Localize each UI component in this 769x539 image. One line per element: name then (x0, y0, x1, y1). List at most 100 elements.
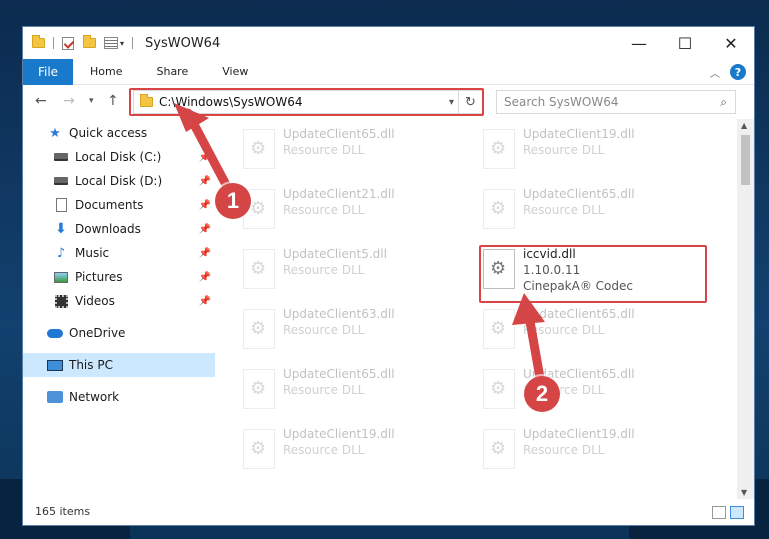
large-icons-view-button[interactable] (730, 506, 744, 519)
expand-ribbon-icon[interactable]: ︿ (710, 65, 720, 80)
divider (132, 37, 134, 49)
cloud-icon (47, 325, 63, 341)
minimize-button[interactable]: — (616, 27, 662, 59)
sidebar-item-label: Local Disk (C:) (75, 150, 162, 164)
file-list: UpdateClient65.dll Resource DLL UpdateCli… (215, 119, 735, 499)
file-name: UpdateClient63.dll (283, 307, 395, 321)
star-icon: ★ (49, 125, 61, 141)
pin-icon[interactable]: 📌 (199, 296, 211, 307)
list-item[interactable]: UpdateClient63.dll Resource DLL (237, 303, 467, 355)
pin-icon[interactable]: 📌 (199, 248, 211, 259)
details-view-button[interactable] (712, 506, 726, 519)
new-folder-icon[interactable] (82, 35, 96, 50)
file-name: UpdateClient19.dll (523, 127, 635, 141)
vertical-scrollbar[interactable]: ▲ ▼ (737, 119, 754, 499)
file-description: Resource DLL (283, 323, 365, 337)
quick-access-dropdown-icon[interactable]: ▾ (120, 39, 124, 48)
tab-file[interactable]: File (23, 58, 73, 85)
pin-icon[interactable]: 📌 (199, 152, 211, 163)
sidebar-item-network[interactable]: Network (23, 385, 215, 409)
dll-file-icon (483, 189, 515, 229)
file-description: Resource DLL (523, 443, 605, 457)
step-badge-1: 1 (215, 183, 251, 219)
pin-icon[interactable]: 📌 (199, 200, 211, 211)
title-bar: ▾ SysWOW64 — ☐ ✕ (23, 27, 754, 59)
tab-share[interactable]: Share (139, 65, 205, 78)
sidebar-item-label: Documents (75, 198, 144, 212)
back-arrow-icon[interactable]: ← (35, 93, 47, 109)
search-box[interactable]: Search SysWOW64 ⌕ (496, 90, 736, 114)
list-item[interactable]: UpdateClient65.dll Resource DLL (237, 363, 467, 415)
sidebar-item-label: Network (69, 390, 120, 404)
divider (53, 37, 54, 49)
list-item[interactable]: UpdateClient65.dllResource DLL (477, 363, 707, 415)
recent-locations-icon[interactable]: ▾ (89, 96, 94, 106)
properties-check-icon[interactable] (62, 36, 74, 50)
file-description: Resource DLL (283, 443, 365, 457)
maximize-button[interactable]: ☐ (662, 27, 708, 59)
navigation-pane: ★ Quick access Local Disk (C:) 📌 Local D… (23, 119, 215, 499)
file-description: Resource DLL (523, 323, 605, 337)
list-item[interactable]: UpdateClient19.dll Resource DLL (477, 123, 707, 175)
help-button[interactable]: ? (730, 64, 746, 80)
drive-icon (53, 173, 69, 189)
list-item[interactable]: UpdateClient21.dll Resource DLL (237, 183, 467, 235)
file-description: Resource DLL (283, 383, 365, 397)
search-icon[interactable]: ⌕ (720, 95, 727, 110)
close-button[interactable]: ✕ (708, 27, 754, 59)
list-item[interactable]: UpdateClient19.dll Resource DLL (477, 423, 707, 475)
file-name: UpdateClient65.dll (283, 367, 395, 381)
video-icon (53, 293, 69, 309)
sidebar-item-videos[interactable]: Videos 📌 (23, 289, 215, 313)
dll-file-icon (243, 129, 275, 169)
computer-icon (47, 357, 63, 373)
sidebar-item-downloads[interactable]: ⬇ Downloads 📌 (23, 217, 215, 241)
sidebar-item-local-disk-c[interactable]: Local Disk (C:) 📌 (23, 145, 215, 169)
customize-toolbar-icon[interactable] (104, 37, 118, 49)
sidebar-item-label: This PC (69, 358, 113, 372)
document-icon (53, 197, 69, 213)
status-bar: 165 items (23, 497, 754, 525)
list-item[interactable]: UpdateClient65.dllResource DLL (237, 123, 467, 175)
dll-file-icon (483, 369, 515, 409)
folder-icon (31, 35, 45, 50)
pin-icon[interactable]: 📌 (199, 176, 211, 187)
list-item[interactable]: UpdateClient19.dll Resource DLL (237, 423, 467, 475)
drive-icon (53, 149, 69, 165)
pictures-icon (53, 269, 69, 285)
sidebar-item-label: Quick access (69, 126, 148, 140)
dll-file-icon (483, 429, 515, 469)
navigation-bar: ← → ▾ ↑ C:\Windows\SysWOW64 ▾ ↻ Search S… (23, 85, 754, 119)
tab-view[interactable]: View (205, 65, 265, 78)
scroll-down-icon[interactable]: ▼ (741, 488, 747, 497)
up-arrow-icon[interactable]: ↑ (107, 93, 119, 109)
scroll-up-icon[interactable]: ▲ (741, 121, 747, 130)
sidebar-item-quick-access[interactable]: ★ Quick access (23, 121, 215, 145)
forward-arrow-icon[interactable]: → (63, 93, 75, 109)
sidebar-item-label: Local Disk (D:) (75, 174, 163, 188)
file-description: Resource DLL (283, 263, 365, 277)
sidebar-item-pictures[interactable]: Pictures 📌 (23, 265, 215, 289)
list-item[interactable]: UpdateClient65.dllResource DLL (477, 303, 707, 355)
sidebar-item-documents[interactable]: Documents 📌 (23, 193, 215, 217)
sidebar-item-label: Music (75, 246, 110, 260)
file-description: Resource DLL (523, 203, 605, 217)
sidebar-item-local-disk-d[interactable]: Local Disk (D:) 📌 (23, 169, 215, 193)
sidebar-item-onedrive[interactable]: OneDrive (23, 321, 215, 345)
dll-file-icon (243, 309, 275, 349)
sidebar-item-this-pc[interactable]: This PC (23, 353, 215, 377)
pin-icon[interactable]: 📌 (199, 224, 211, 235)
window-title: SysWOW64 (145, 35, 221, 51)
network-icon (47, 389, 63, 405)
file-name: UpdateClient5.dll (283, 247, 387, 261)
file-description: Resource DLL (523, 143, 605, 157)
tab-home[interactable]: Home (73, 65, 139, 78)
list-item[interactable]: UpdateClient5.dll Resource DLL (237, 243, 467, 295)
music-icon: ♪ (56, 245, 66, 261)
search-input[interactable]: Search SysWOW64 (504, 95, 720, 109)
list-item[interactable]: UpdateClient65.dllResource DLL (477, 183, 707, 235)
download-icon: ⬇ (55, 221, 67, 237)
sidebar-item-music[interactable]: ♪ Music 📌 (23, 241, 215, 265)
scroll-thumb[interactable] (741, 135, 750, 185)
pin-icon[interactable]: 📌 (199, 272, 211, 283)
